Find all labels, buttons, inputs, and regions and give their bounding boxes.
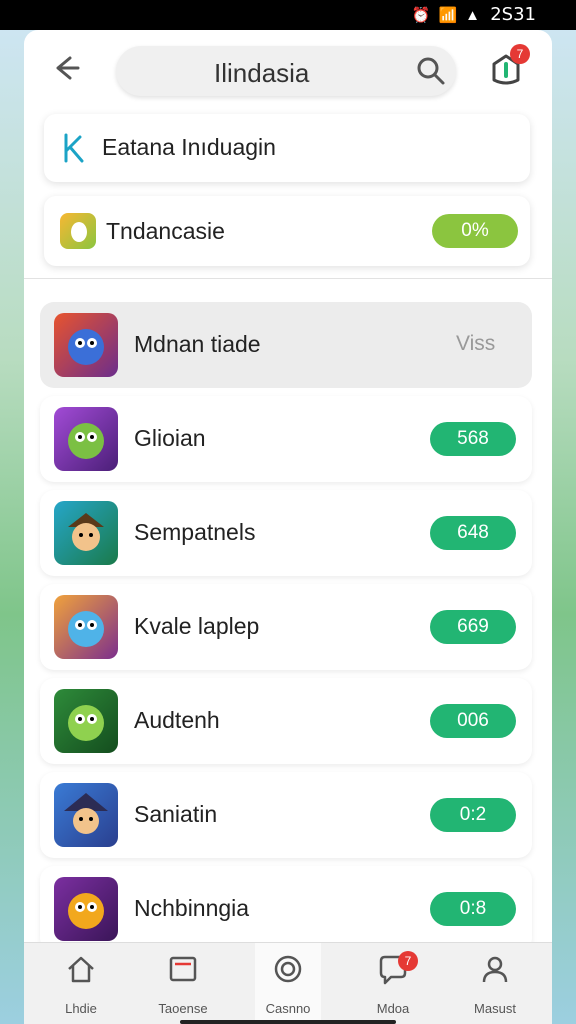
nav-item-home[interactable]: Lhdie: [48, 943, 114, 1024]
nav-item-target[interactable]: Casnno: [255, 943, 321, 1024]
list-item-label: Glioian: [134, 425, 206, 451]
list-item-pill[interactable]: 0:2: [430, 798, 516, 832]
search-bar[interactable]: Ilindasia: [116, 46, 456, 96]
game-goblin-icon: [54, 407, 118, 471]
game-pirate-icon: [54, 501, 118, 565]
list-item-pill[interactable]: 006: [430, 704, 516, 738]
bottom-nav: Lhdie Taoense Casnno 7 Mdoa Masust: [24, 942, 552, 1024]
back-button[interactable]: [46, 48, 86, 88]
list-item-label: Audtenh: [134, 707, 220, 733]
profile-icon: [482, 956, 508, 983]
nav-item-chat[interactable]: 7 Mdoa: [360, 943, 426, 1024]
home-indicator[interactable]: [180, 1020, 396, 1024]
list-item-status: Viss: [456, 332, 496, 355]
header: Ilindasia 7: [24, 30, 552, 110]
main-panel: Ilindasia 7 Eatana Inıduagin Tndancasie …: [24, 30, 552, 1024]
leaf-app-icon: [60, 213, 96, 249]
nav-item-inbox[interactable]: Taoense: [150, 943, 216, 1024]
wifi-icon: 📶: [438, 7, 458, 24]
notification-badge: 7: [510, 44, 530, 64]
list-item[interactable]: Kvale laplep 669: [40, 584, 532, 670]
nav-label: Mdoa: [376, 1001, 410, 1016]
nav-label: Casnno: [265, 1001, 311, 1016]
feature-card-secondary-label: Tndancasie: [106, 218, 225, 244]
list-item-pill[interactable]: 0:8: [430, 892, 516, 926]
list-item-label: Nchbinngia: [134, 895, 250, 921]
feature-card-primary[interactable]: Eatana Inıduagin: [44, 114, 530, 182]
status-time: 2S31: [490, 4, 536, 25]
nav-label: Lhdie: [65, 1001, 97, 1016]
game-creature-icon: [54, 595, 118, 659]
list-item-pill[interactable]: 669: [430, 610, 516, 644]
status-icons: ⏰ 📶 ▲: [411, 6, 480, 25]
list-item-label: Saniatin: [134, 801, 218, 827]
nav-label: Masust: [474, 1001, 516, 1016]
chat-badge: 7: [398, 951, 418, 971]
search-icon[interactable]: [416, 56, 446, 86]
nav-item-profile[interactable]: Masust: [462, 943, 528, 1024]
list-item[interactable]: Glioian 568: [40, 396, 532, 482]
alarm-icon: ⏰: [411, 7, 431, 24]
signal-icon: ▲: [465, 6, 480, 24]
list-item[interactable]: Sempatnels 648: [40, 490, 532, 576]
back-arrow-icon: [56, 56, 80, 80]
game-dragon-icon: [54, 877, 118, 941]
notification-button[interactable]: 7: [486, 44, 530, 90]
inbox-icon: [169, 956, 197, 982]
list-item-pill[interactable]: 568: [430, 422, 516, 456]
list-item-label: Sempatnels: [134, 519, 256, 545]
list-item-label: Mdnan tiade: [134, 331, 261, 357]
list-item-label: Kvale laplep: [134, 613, 260, 639]
list-item-pill[interactable]: 648: [430, 516, 516, 550]
percentage-pill: 0%: [432, 214, 518, 248]
target-icon: [274, 955, 302, 983]
list-item[interactable]: Nchbinngia 0:8: [40, 866, 532, 952]
list-item[interactable]: Saniatin 0:2: [40, 772, 532, 858]
feature-card-secondary[interactable]: Tndancasie 0%: [44, 196, 530, 266]
list-item[interactable]: Audtenh 006: [40, 678, 532, 764]
search-input[interactable]: Ilindasia: [214, 58, 309, 89]
game-green-monster-icon: [54, 689, 118, 753]
home-icon: [68, 956, 94, 983]
feature-card-primary-label: Eatana Inıduagin: [102, 134, 276, 160]
divider: [24, 278, 552, 279]
list-item[interactable]: Mdnan tiade Viss: [40, 302, 532, 388]
game-monster-icon: [54, 313, 118, 377]
status-bar: ⏰ 📶 ▲ 2S31: [0, 0, 576, 30]
game-wizard-icon: [54, 783, 118, 847]
k-logo-icon: [64, 133, 84, 163]
nav-label: Taoense: [158, 1001, 208, 1016]
